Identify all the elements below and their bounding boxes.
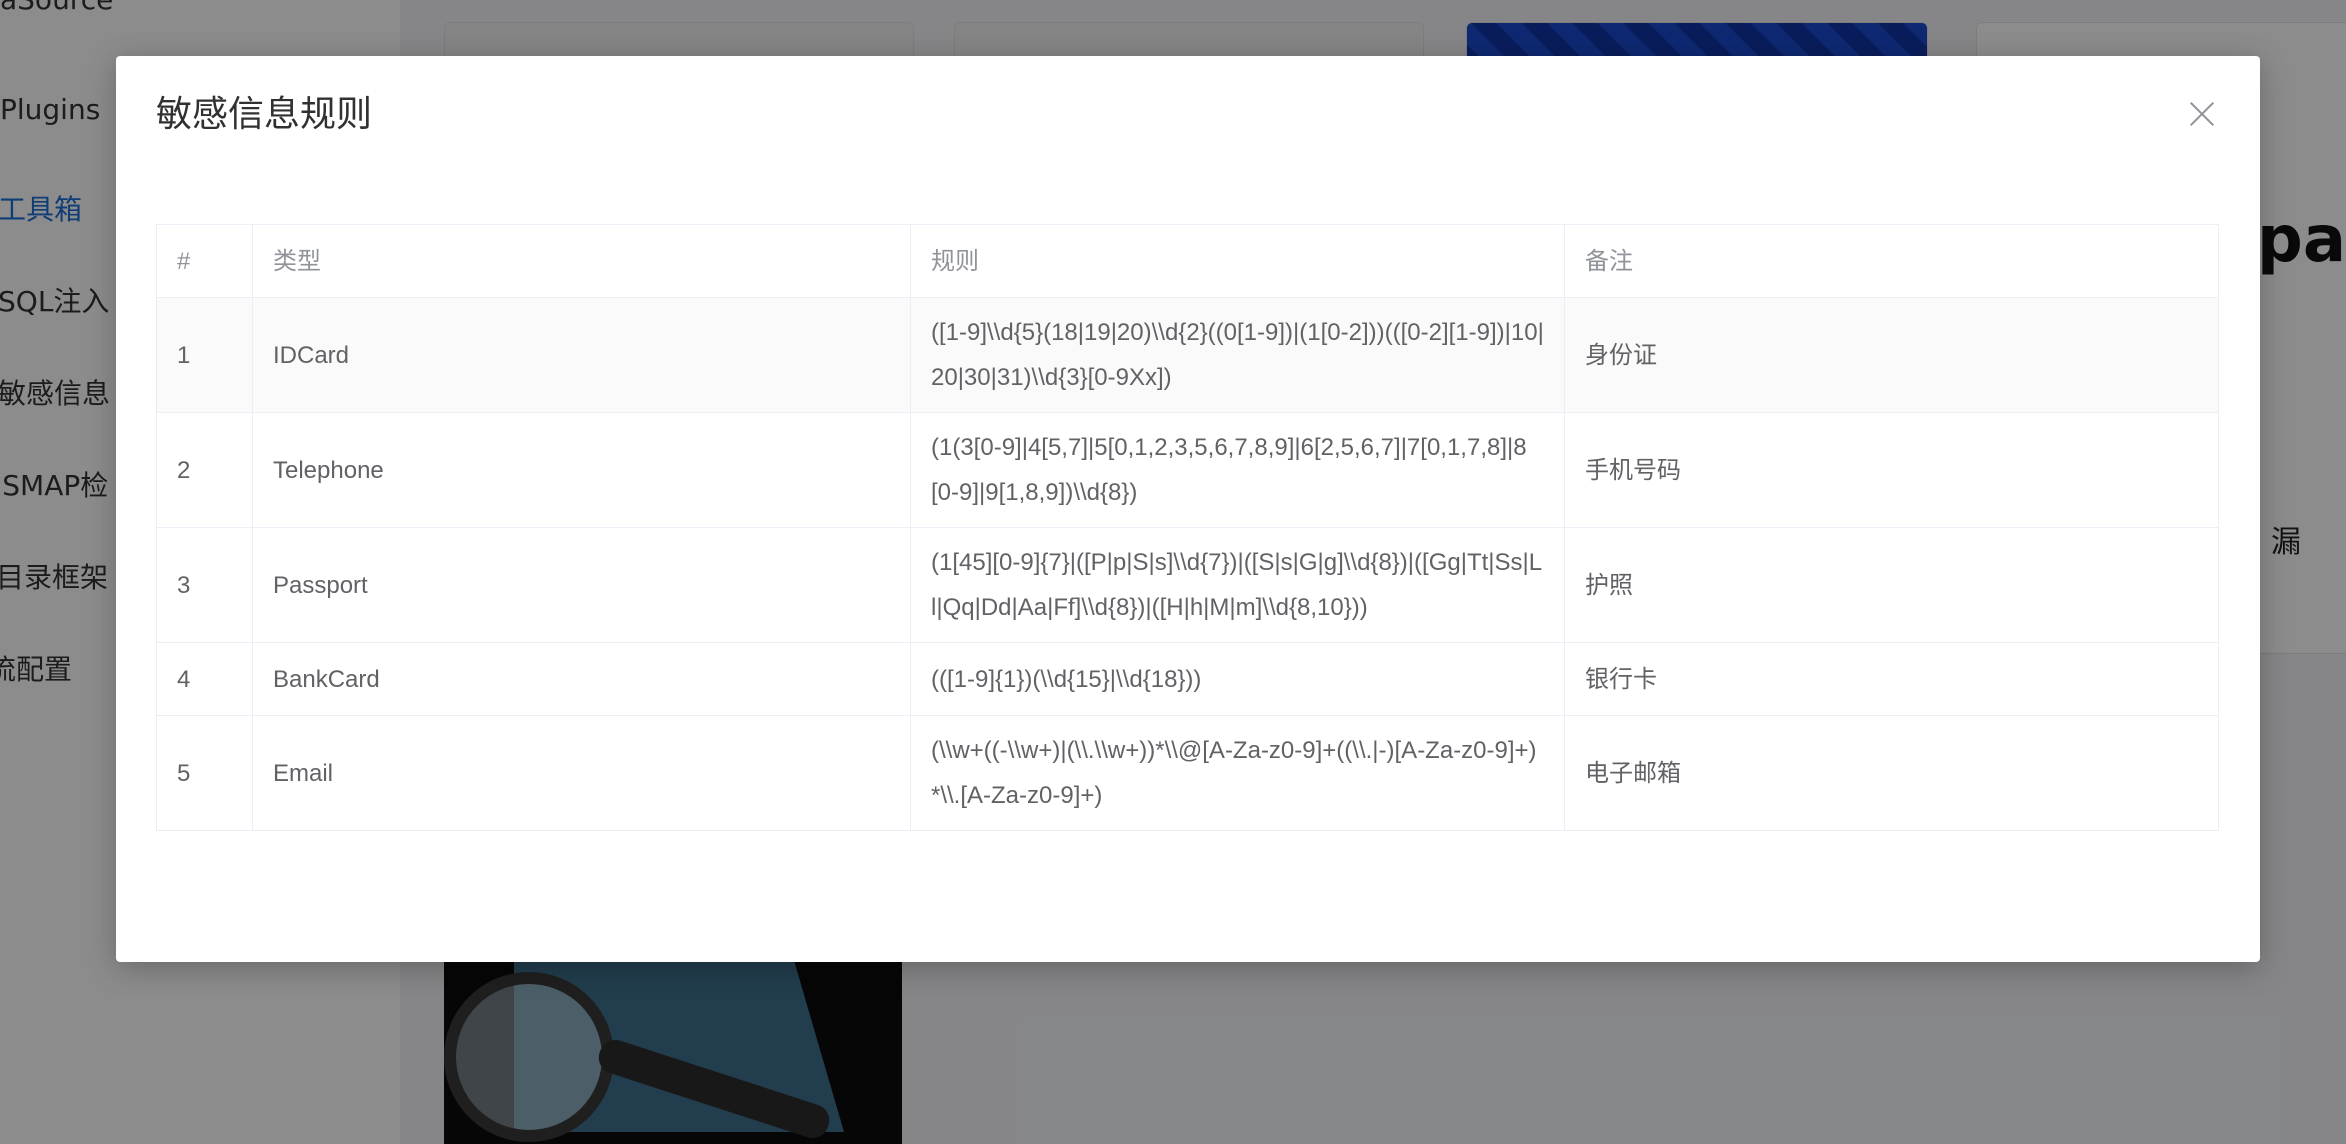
sensitive-info-rules-dialog: 敏感信息规则 # 类型 规则 备注 1 IDCard ([1-9]\\d{5}(… [116,56,2260,962]
cell-rule: (\\w+((-\\w+)|(\\.\\w+))*\\@[A-Za-z0-9]+… [910,715,1565,831]
cell-type: IDCard [252,297,911,413]
cell-note: 护照 [1564,527,2219,643]
close-icon[interactable] [2184,96,2220,132]
cell-type: Email [252,715,911,831]
cell-index: 1 [156,297,253,413]
cell-type: BankCard [252,642,911,716]
cell-type: Passport [252,527,911,643]
cell-index: 3 [156,527,253,643]
cell-type: Telephone [252,412,911,528]
cell-note: 银行卡 [1564,642,2219,716]
cell-index: 4 [156,642,253,716]
table-row: 2 Telephone (1(3[0-9]|4[5,7]|5[0,1,2,3,5… [156,412,2219,528]
cell-rule: (([1-9]{1})(\\d{15}|\\d{18})) [910,642,1565,716]
cell-rule: (1(3[0-9]|4[5,7]|5[0,1,2,3,5,6,7,8,9]|6[… [910,412,1565,528]
cell-note: 手机号码 [1564,412,2219,528]
cell-rule: ([1-9]\\d{5}(18|19|20)\\d{2}((0[1-9])|(1… [910,297,1565,413]
cell-index: 5 [156,715,253,831]
column-header-note: 备注 [1564,224,2219,298]
cell-note: 电子邮箱 [1564,715,2219,831]
cell-note: 身份证 [1564,297,2219,413]
table-row: 4 BankCard (([1-9]{1})(\\d{15}|\\d{18}))… [156,642,2219,716]
table-row: 1 IDCard ([1-9]\\d{5}(18|19|20)\\d{2}((0… [156,297,2219,413]
column-header-rule: 规则 [910,224,1565,298]
table-row: 5 Email (\\w+((-\\w+)|(\\.\\w+))*\\@[A-Z… [156,715,2219,831]
cell-rule: (1[45][0-9]{7}|([P|p|S|s]\\d{7})|([S|s|G… [910,527,1565,643]
cell-index: 2 [156,412,253,528]
table-row: 3 Passport (1[45][0-9]{7}|([P|p|S|s]\\d{… [156,527,2219,643]
column-header-index: # [156,224,253,298]
column-header-type: 类型 [252,224,911,298]
dialog-title: 敏感信息规则 [156,94,373,135]
rules-table: # 类型 规则 备注 1 IDCard ([1-9]\\d{5}(18|19|2… [156,224,2219,831]
table-header-row: # 类型 规则 备注 [156,224,2219,298]
